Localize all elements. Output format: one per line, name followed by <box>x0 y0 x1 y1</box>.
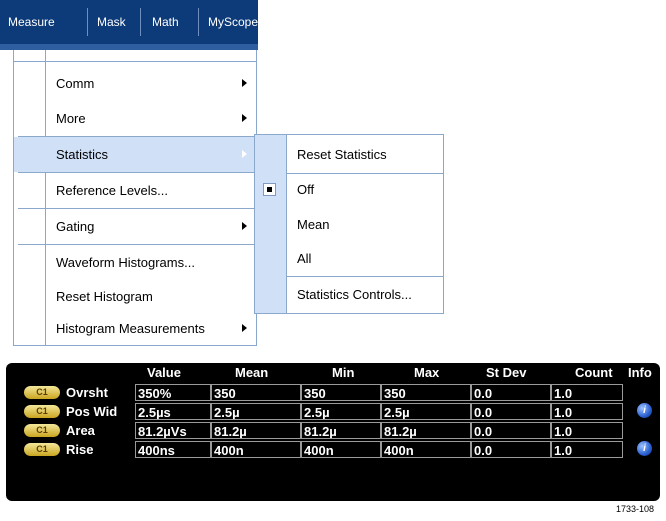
menu-math[interactable]: Math <box>152 0 179 44</box>
channel-badge: C1 <box>24 386 60 399</box>
count-cell: 1.0 <box>551 384 623 401</box>
stdev-cell: 0.0 <box>471 441 551 458</box>
menu-item-label: Comm <box>56 76 95 91</box>
table-row[interactable]: C1 Ovrsht 350% 350 350 350 0.0 1.0 <box>6 383 660 402</box>
stdev-cell: 0.0 <box>471 384 551 401</box>
min-cell: 2.5µ <box>301 403 381 420</box>
submenu-item-label: Mean <box>297 217 330 232</box>
menu-separator <box>140 8 141 36</box>
max-cell: 2.5µ <box>381 403 471 420</box>
menu-separator <box>87 8 88 36</box>
menu-item-label: Reset Histogram <box>56 289 153 304</box>
menu-item-more[interactable]: More <box>14 101 256 136</box>
mean-cell: 350 <box>211 384 301 401</box>
measurement-name: Ovrsht <box>66 385 108 400</box>
menu-mask[interactable]: Mask <box>97 0 126 44</box>
submenu-arrow-icon <box>242 222 247 230</box>
menu-item-histogram-measurements[interactable]: Histogram Measurements <box>14 311 256 346</box>
submenu-item-all[interactable]: All <box>255 241 443 276</box>
submenu-arrow-icon <box>242 324 247 332</box>
info-icon[interactable]: i <box>637 403 652 418</box>
menu-bar: Measure Mask Math MyScope <box>0 0 258 44</box>
count-cell: 1.0 <box>551 422 623 439</box>
min-cell: 350 <box>301 384 381 401</box>
menu-item-gating[interactable]: Gating <box>14 209 256 244</box>
max-cell: 350 <box>381 384 471 401</box>
submenu-item-mean[interactable]: Mean <box>255 207 443 242</box>
value-cell: 400ns <box>135 441 211 458</box>
table-row[interactable]: C1 Pos Wid 2.5µs 2.5µ 2.5µ 2.5µ 0.0 1.0 … <box>6 402 660 421</box>
table-row[interactable]: C1 Area 81.2µVs 81.2µ 81.2µ 81.2µ 0.0 1.… <box>6 421 660 440</box>
column-header-mean: Mean <box>235 365 269 380</box>
table-row[interactable]: C1 Rise 400ns 400n 400n 400n 0.0 1.0 i <box>6 440 660 459</box>
menu-item-label: More <box>56 111 86 126</box>
menu-divider <box>14 61 256 62</box>
mean-cell: 81.2µ <box>211 422 301 439</box>
menu-item-reference-levels[interactable]: Reference Levels... <box>14 173 256 208</box>
count-cell: 1.0 <box>551 441 623 458</box>
submenu-arrow-icon <box>242 150 247 158</box>
submenu-item-statistics-controls[interactable]: Statistics Controls... <box>255 277 443 312</box>
min-cell: 400n <box>301 441 381 458</box>
channel-badge: C1 <box>24 424 60 437</box>
stdev-cell: 0.0 <box>471 422 551 439</box>
submenu-item-label: Statistics Controls... <box>297 287 412 302</box>
value-cell: 2.5µs <box>135 403 211 420</box>
menu-item-statistics[interactable]: Statistics <box>14 137 256 172</box>
selected-radio-icon <box>263 183 276 196</box>
column-header-info: Info <box>628 365 652 380</box>
value-cell: 81.2µVs <box>135 422 211 439</box>
submenu-item-label: All <box>297 251 312 266</box>
menu-item-waveform-histograms[interactable]: Waveform Histograms... <box>14 245 256 280</box>
channel-badge: C1 <box>24 405 60 418</box>
column-header-value: Value <box>147 365 181 380</box>
menu-item-label: Histogram Measurements <box>56 321 205 336</box>
submenu-item-reset-statistics[interactable]: Reset Statistics <box>255 137 443 172</box>
max-cell: 400n <box>381 441 471 458</box>
menu-item-label: Statistics <box>56 147 109 162</box>
submenu-item-label: Off <box>297 182 315 197</box>
menu-item-comm[interactable]: Comm <box>14 66 256 101</box>
menu-myscope[interactable]: MyScope <box>208 0 258 44</box>
statistics-submenu: Reset Statistics Off Mean All Statistics… <box>254 134 444 314</box>
info-icon[interactable]: i <box>637 441 652 456</box>
measurement-name: Area <box>66 423 95 438</box>
figure-id: 1733-108 <box>616 504 655 514</box>
submenu-arrow-icon <box>242 79 247 87</box>
min-cell: 81.2µ <box>301 422 381 439</box>
menu-item-reset-histogram[interactable]: Reset Histogram <box>14 279 256 314</box>
column-header-max: Max <box>414 365 440 380</box>
measurement-name: Rise <box>66 442 94 457</box>
max-cell: 81.2µ <box>381 422 471 439</box>
submenu-item-label: Reset Statistics <box>297 147 387 162</box>
measurement-name: Pos Wid <box>66 404 118 419</box>
measurement-results-panel: Value Mean Min Max St Dev Count Info C1 … <box>6 363 660 501</box>
submenu-item-off[interactable]: Off <box>255 172 443 207</box>
menu-item-label: Gating <box>56 219 95 234</box>
column-header-min: Min <box>332 365 355 380</box>
stdev-cell: 0.0 <box>471 403 551 420</box>
column-header-stdev: St Dev <box>486 365 527 380</box>
column-header-count: Count <box>575 365 613 380</box>
channel-badge: C1 <box>24 443 60 456</box>
mean-cell: 2.5µ <box>211 403 301 420</box>
mean-cell: 400n <box>211 441 301 458</box>
menu-item-label: Reference Levels... <box>56 183 169 198</box>
menu-measure[interactable]: Measure <box>8 0 55 44</box>
value-cell: 350% <box>135 384 211 401</box>
menu-separator <box>198 8 199 36</box>
menu-item-label: Waveform Histograms... <box>56 255 195 270</box>
count-cell: 1.0 <box>551 403 623 420</box>
submenu-arrow-icon <box>242 114 247 122</box>
measure-dropdown-menu: Comm More Statistics Reference Levels...… <box>13 50 257 346</box>
